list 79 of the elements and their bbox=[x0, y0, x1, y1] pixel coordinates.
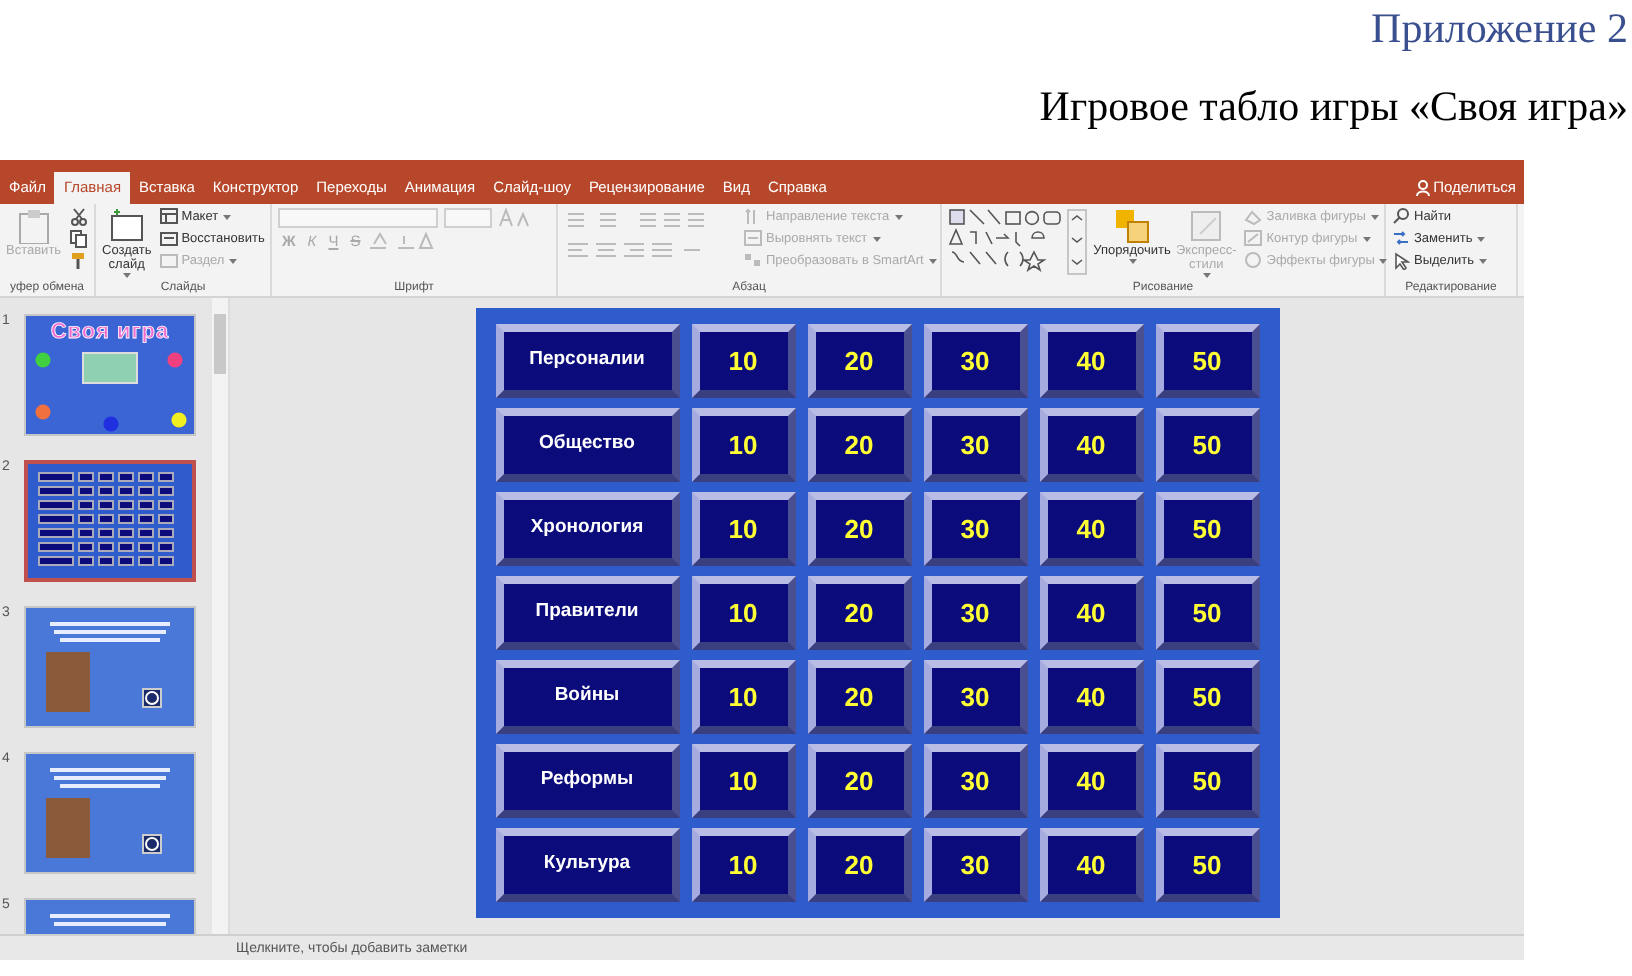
category-tile: Культура bbox=[495, 828, 679, 902]
font-name-field[interactable] bbox=[278, 208, 438, 228]
points-tile: 10 bbox=[691, 744, 795, 818]
question-icon bbox=[142, 688, 162, 708]
blob-icon bbox=[170, 412, 188, 428]
points-tile: 30 bbox=[923, 576, 1027, 650]
text-lines-drawing bbox=[48, 618, 172, 642]
scrollbar[interactable] bbox=[212, 298, 230, 934]
font-size-field[interactable] bbox=[444, 208, 492, 228]
blob-icon bbox=[34, 404, 52, 420]
points-tile: 50 bbox=[1155, 744, 1259, 818]
points-tile: 50 bbox=[1155, 660, 1259, 734]
points-tile: 10 bbox=[691, 408, 795, 482]
points-tile: 20 bbox=[807, 408, 911, 482]
points-tile: 40 bbox=[1039, 324, 1143, 398]
points-tile: 40 bbox=[1039, 576, 1143, 650]
slide-thumbnail[interactable] bbox=[24, 606, 196, 728]
points-tile: 30 bbox=[923, 660, 1027, 734]
points-tile: 50 bbox=[1155, 492, 1259, 566]
appendix-label: Приложение 2 bbox=[1371, 4, 1628, 55]
points-tile: 10 bbox=[691, 660, 795, 734]
category-tile: Реформы bbox=[495, 744, 679, 818]
scissors-icon bbox=[69, 208, 88, 226]
category-tile: Правители bbox=[495, 576, 679, 650]
slide-icon bbox=[159, 230, 178, 248]
points-tile: 40 bbox=[1039, 744, 1143, 818]
points-tile: 50 bbox=[1155, 576, 1259, 650]
points-tile: 50 bbox=[1155, 324, 1259, 398]
text-lines-drawing bbox=[48, 764, 172, 788]
pencil-square-icon bbox=[1244, 230, 1263, 248]
points-tile: 10 bbox=[691, 828, 795, 902]
points-tile: 30 bbox=[923, 408, 1027, 482]
circle-icon bbox=[1244, 252, 1263, 270]
thumbnail-title: Своя игра bbox=[48, 322, 172, 344]
points-tile: 40 bbox=[1039, 660, 1143, 734]
font-size-arrows-icon bbox=[498, 208, 530, 228]
category-tile: Общество bbox=[495, 408, 679, 482]
points-tile: 20 bbox=[807, 492, 911, 566]
points-tile: 20 bbox=[807, 576, 911, 650]
photo-placeholder bbox=[46, 798, 90, 858]
blob-icon bbox=[102, 416, 120, 432]
text-lines-drawing bbox=[48, 910, 172, 926]
points-tile: 20 bbox=[807, 828, 911, 902]
category-tile: Персоналии bbox=[495, 324, 679, 398]
points-tile: 50 bbox=[1155, 408, 1259, 482]
cursor-icon bbox=[1392, 252, 1410, 270]
copy-icon bbox=[69, 230, 88, 248]
scroll-thumb[interactable] bbox=[214, 314, 226, 374]
layout-icon bbox=[159, 208, 178, 226]
overlapping-squares-icon bbox=[1114, 208, 1150, 244]
points-tile: 40 bbox=[1039, 408, 1143, 482]
picture-placeholder bbox=[82, 352, 138, 384]
search-icon bbox=[1392, 208, 1410, 226]
points-tile: 30 bbox=[923, 828, 1027, 902]
points-tile: 20 bbox=[807, 324, 911, 398]
category-tile: Войны bbox=[495, 660, 679, 734]
shapes-gallery-icon bbox=[948, 208, 1088, 276]
blob-icon bbox=[166, 352, 184, 368]
points-tile: 20 bbox=[807, 744, 911, 818]
question-icon bbox=[142, 834, 162, 854]
points-tile: 10 bbox=[691, 492, 795, 566]
document-title: Игровое табло игры «Своя игра» bbox=[1039, 82, 1628, 133]
paintbrush-icon bbox=[69, 252, 88, 270]
points-tile: 50 bbox=[1155, 828, 1259, 902]
points-tile: 10 bbox=[691, 324, 795, 398]
points-tile: 40 bbox=[1039, 828, 1143, 902]
replace-arrows-icon bbox=[1392, 230, 1410, 248]
points-tile: 40 bbox=[1039, 492, 1143, 566]
photo-placeholder bbox=[46, 652, 90, 712]
category-tile: Хронология bbox=[495, 492, 679, 566]
blob-icon bbox=[34, 352, 52, 368]
align-box-icon bbox=[744, 230, 762, 248]
points-tile: 30 bbox=[923, 324, 1027, 398]
points-tile: 10 bbox=[691, 576, 795, 650]
points-tile: 30 bbox=[923, 744, 1027, 818]
points-tile: 30 bbox=[923, 492, 1027, 566]
points-tile: 20 bbox=[807, 660, 911, 734]
person-icon bbox=[1415, 180, 1430, 196]
slide-thumbnail[interactable] bbox=[24, 752, 196, 874]
